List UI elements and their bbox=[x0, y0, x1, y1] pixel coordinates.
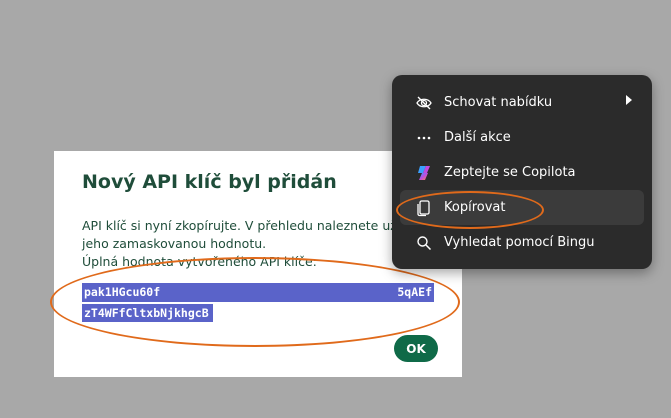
menu-item-label: Zeptejte se Copilota bbox=[444, 165, 576, 180]
eye-slash-icon bbox=[414, 93, 434, 113]
api-key-line-2[interactable]: zT4WFfCltxbNjkhgcB bbox=[82, 304, 213, 322]
copy-icon bbox=[414, 198, 434, 218]
description-line-1: API klíč si nyní zkopírujte. V přehledu … bbox=[82, 218, 420, 233]
more-dots-icon bbox=[414, 128, 434, 148]
submenu-arrow-icon bbox=[626, 95, 632, 105]
menu-item-label: Kopírovat bbox=[444, 200, 506, 215]
description-line-3: Úplná hodnota vytvořeného API klíče: bbox=[82, 254, 317, 269]
menu-item-ask-copilot[interactable]: Zeptejte se Copilota bbox=[400, 155, 644, 190]
menu-item-copy[interactable]: Kopírovat bbox=[400, 190, 644, 225]
api-key-part-1[interactable]: pak1HGcu60f bbox=[84, 285, 160, 299]
dialog-description: API klíč si nyní zkopírujte. V přehledu … bbox=[82, 217, 420, 271]
menu-item-label: Schovat nabídku bbox=[444, 95, 553, 110]
menu-item-more-actions[interactable]: Další akce bbox=[400, 120, 644, 155]
menu-item-label: Další akce bbox=[444, 130, 511, 145]
menu-item-label: Vyhledat pomocí Bingu bbox=[444, 235, 595, 250]
api-key-part-1-end[interactable]: 5qAEf bbox=[397, 283, 432, 302]
api-key-value[interactable]: pak1HGcu60f 5qAEf zT4WFfCltxbNjkhgcB bbox=[82, 283, 434, 322]
context-menu: Schovat nabídku Další akce Zeptejte se C… bbox=[392, 75, 652, 269]
ok-button[interactable]: OK bbox=[394, 335, 438, 362]
description-line-2: jeho zamaskovanou hodnotu. bbox=[82, 236, 267, 251]
menu-item-hide-menu[interactable]: Schovat nabídku bbox=[400, 85, 644, 120]
api-key-line-1[interactable]: pak1HGcu60f 5qAEf bbox=[82, 283, 434, 302]
search-icon bbox=[414, 233, 434, 253]
copilot-icon bbox=[414, 163, 434, 183]
menu-item-search-bing[interactable]: Vyhledat pomocí Bingu bbox=[400, 225, 644, 260]
dialog-title: Nový API klíč byl přidán bbox=[82, 171, 337, 193]
